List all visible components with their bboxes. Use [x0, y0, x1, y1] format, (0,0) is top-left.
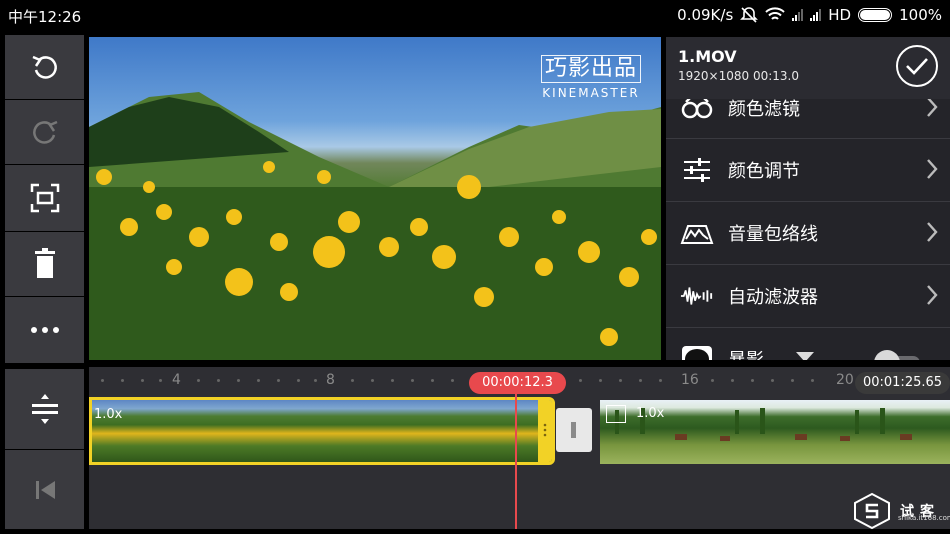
menu-item-vignette[interactable]: 暴影 — [666, 327, 950, 360]
color-adjust-icon — [680, 156, 714, 184]
mute-icon — [740, 7, 759, 23]
undo-icon — [32, 55, 57, 79]
video-clip[interactable]: 1.0x — [600, 400, 950, 464]
clip-speed: 1.0x — [94, 407, 123, 422]
timeline-ruler[interactable]: 4 8 16 20 00:00:12.3 00:01:25.65 — [89, 367, 950, 395]
status-indicators: 0.09K/s HD 100% — [677, 6, 942, 24]
menu-item-label: 音量包络线 — [728, 223, 818, 245]
clip-trim-handle[interactable] — [538, 400, 552, 462]
menu-item-color-adjust[interactable]: 颜色调节 — [666, 138, 950, 200]
chevron-right-icon — [927, 222, 938, 242]
redo-button[interactable] — [5, 100, 84, 164]
video-preview[interactable]: 巧影出品 KINEMASTER — [89, 37, 661, 360]
screen-capture-icon — [30, 183, 59, 213]
clip-info: 1920×1080 00:13.0 — [678, 69, 799, 83]
confirm-button[interactable] — [896, 45, 938, 87]
clip-speed: 1.0x — [636, 406, 665, 421]
vignette-icon — [680, 345, 714, 360]
site-url: shika.it168.com — [898, 514, 950, 522]
signal-icon — [792, 9, 804, 21]
network-type: HD — [828, 6, 852, 24]
grip-icon — [543, 423, 547, 437]
timeline[interactable]: 4 8 16 20 00:00:12.3 00:01:25.65 1.0x 1.… — [89, 367, 950, 529]
clip-header: 1.MOV 1920×1080 00:13.0 — [666, 37, 950, 99]
screen-capture-button[interactable] — [5, 165, 84, 231]
playhead-time: 00:00:12.3 — [469, 372, 566, 394]
more-icon — [30, 327, 59, 333]
chevron-right-icon — [927, 285, 938, 305]
chevron-right-icon — [927, 159, 938, 179]
ruler-mark: 8 — [326, 372, 335, 388]
shike-logo-icon — [854, 492, 890, 530]
transition-icon — [571, 422, 576, 438]
check-icon — [906, 58, 928, 75]
redo-icon — [32, 120, 57, 144]
site-watermark: 试客 shika.it168.com — [852, 492, 950, 530]
menu-item-audio-filter[interactable]: 自动滤波器 — [666, 264, 950, 326]
watermark: 巧影出品 KINEMASTER — [540, 55, 641, 100]
undo-button[interactable] — [5, 35, 84, 99]
signal-icon — [810, 9, 822, 21]
delete-button[interactable] — [5, 232, 84, 296]
status-bar: 中午12:26 0.09K/s HD 100% — [0, 0, 950, 32]
skip-to-start-icon — [35, 480, 55, 499]
watermark-brand: KINEMASTER — [542, 86, 640, 100]
network-speed: 0.09K/s — [677, 6, 734, 24]
menu-item-label: 颜色调节 — [728, 160, 800, 182]
skip-to-start-button[interactable] — [5, 450, 84, 529]
ruler-mark: 4 — [172, 372, 181, 388]
expand-arrow-icon — [796, 352, 814, 360]
trash-icon — [34, 248, 55, 278]
battery-level: 100% — [899, 6, 942, 24]
playhead[interactable] — [515, 394, 517, 529]
total-duration: 00:01:25.65 — [855, 372, 950, 394]
chevron-right-icon — [927, 97, 938, 117]
menu-item-label: 自动滤波器 — [728, 286, 818, 308]
battery-icon — [858, 8, 893, 22]
ruler-mark: 16 — [681, 372, 699, 388]
menu-item-label: 暴影 — [728, 349, 764, 361]
audio-filter-icon — [680, 282, 714, 310]
video-clip-selected[interactable]: 1.0x — [89, 397, 555, 465]
clip-type-icon — [606, 405, 626, 423]
menu-item-volume-envelope[interactable]: 音量包络线 — [666, 201, 950, 263]
vignette-toggle[interactable] — [874, 350, 922, 360]
transition-button[interactable] — [556, 408, 592, 452]
clip-name: 1.MOV — [678, 47, 737, 66]
more-button[interactable] — [5, 297, 84, 363]
status-time: 中午12:26 — [8, 8, 82, 26]
wifi-icon — [765, 7, 785, 20]
watermark-title: 巧影出品 — [540, 55, 641, 83]
ruler-mark: 20 — [836, 372, 854, 388]
track-expand-icon — [31, 394, 58, 424]
track-height-button[interactable] — [5, 369, 84, 449]
volume-envelope-icon — [680, 219, 714, 247]
clip-options-panel: 1.MOV 1920×1080 00:13.0 颜色滤镜 颜色调节 音量包络线 … — [666, 37, 950, 360]
